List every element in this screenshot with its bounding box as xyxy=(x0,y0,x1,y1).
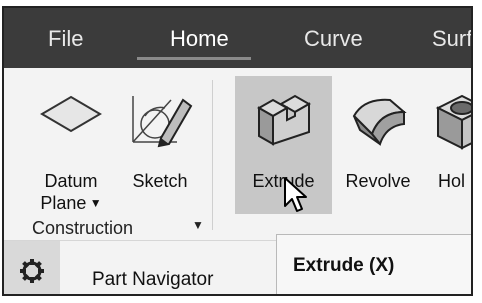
datum-plane-label: Datum Plane ▼ xyxy=(28,170,114,214)
tooltip-title: Extrude (X) xyxy=(293,255,395,276)
construction-group-dropdown-icon[interactable]: ▼ xyxy=(192,218,204,232)
mouse-cursor-icon xyxy=(283,176,307,219)
revolve-button[interactable]: Revolve xyxy=(334,82,422,214)
part-navigator-label[interactable]: Part Navigator xyxy=(92,269,213,291)
extrude-tooltip: Extrude (X) xyxy=(276,234,471,294)
datum-plane-label-line2: Plane xyxy=(40,193,87,213)
construction-group-label: Construction xyxy=(32,218,134,238)
tab-surface[interactable]: Surf xyxy=(432,26,471,52)
tab-file[interactable]: File xyxy=(48,26,83,52)
ribbon-tab-bar: File Home Curve Surf xyxy=(4,8,471,68)
nx-window: File Home Curve Surf Datum Plane ▼ Sketc… xyxy=(2,6,473,296)
tab-curve[interactable]: Curve xyxy=(304,26,363,52)
gear-icon xyxy=(20,259,44,283)
revolve-label: Revolve xyxy=(345,171,411,191)
datum-plane-icon xyxy=(28,94,114,134)
revolve-icon xyxy=(334,90,422,152)
active-tab-indicator xyxy=(137,57,251,60)
sketch-button[interactable]: Sketch xyxy=(120,82,200,214)
hole-button[interactable]: Hol xyxy=(428,82,471,214)
tab-home[interactable]: Home xyxy=(170,26,229,52)
group-separator xyxy=(212,80,213,230)
hole-label: Hol xyxy=(438,171,466,191)
datum-plane-button[interactable]: Datum Plane ▼ xyxy=(28,82,114,214)
datum-plane-label-line1: Datum xyxy=(44,171,98,191)
datum-plane-dropdown-icon[interactable]: ▼ xyxy=(86,196,102,210)
extrude-icon xyxy=(235,90,332,152)
sketch-icon xyxy=(120,86,200,150)
settings-button[interactable] xyxy=(4,241,60,294)
ribbon-body: Datum Plane ▼ Sketch Construction ▼ Extr… xyxy=(4,68,471,240)
sketch-label: Sketch xyxy=(132,171,188,191)
hole-icon xyxy=(428,90,471,152)
